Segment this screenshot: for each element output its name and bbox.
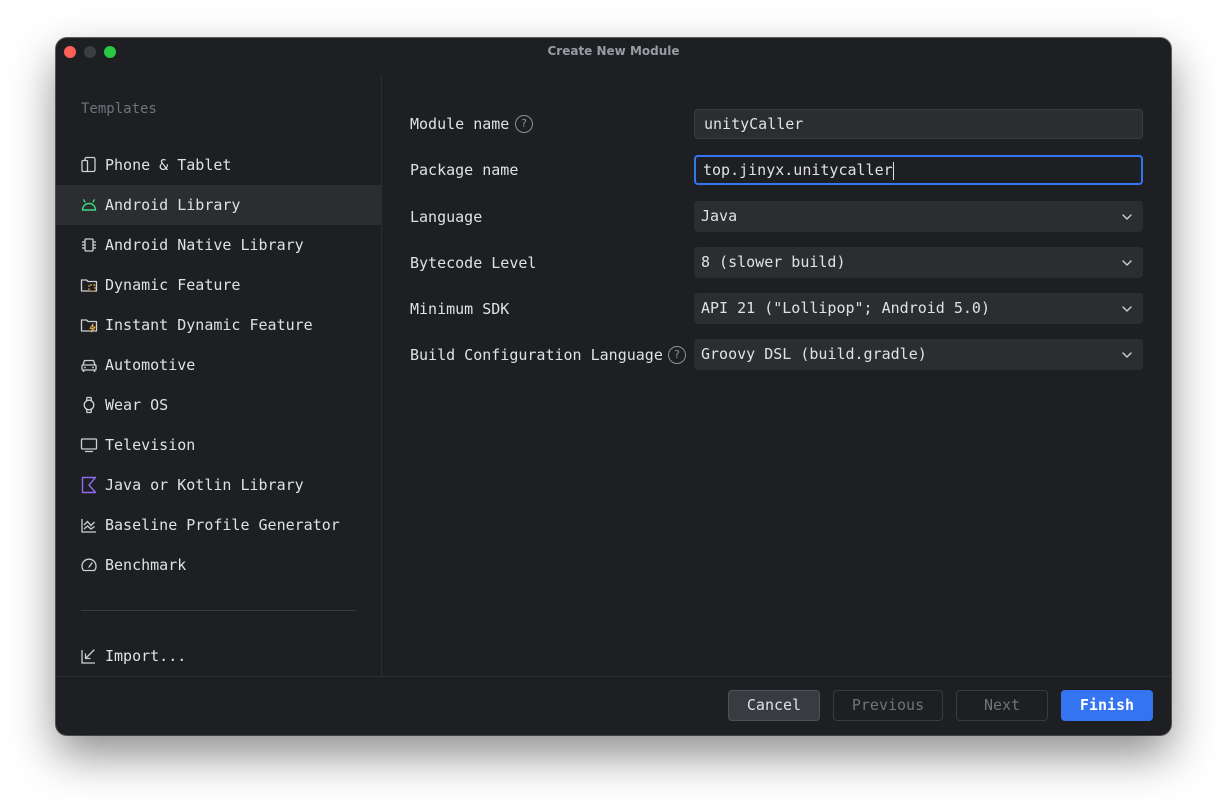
car-icon [80, 356, 98, 374]
sidebar-item-phone-tablet[interactable]: Phone & Tablet [56, 145, 381, 185]
sidebar-item-television[interactable]: Television [56, 425, 381, 465]
tv-icon [80, 436, 98, 454]
package-name-value: top.jinyx.unitycaller [703, 161, 893, 179]
minimum-sdk-dropdown[interactable]: API 21 ("Lollipop"; Android 5.0) [694, 293, 1143, 324]
sidebar-item-label: Java or Kotlin Library [105, 476, 304, 494]
package-name-field[interactable]: top.jinyx.unitycaller [694, 155, 1143, 185]
sidebar-item-android-library[interactable]: Android Library [56, 185, 381, 225]
import-label: Import... [105, 647, 187, 665]
cancel-button[interactable]: Cancel [728, 690, 820, 721]
build-config-language-dropdown[interactable]: Groovy DSL (build.gradle) [694, 339, 1143, 370]
sidebar-item-benchmark[interactable]: Benchmark [56, 545, 381, 585]
sidebar-item-label: Automotive [105, 356, 196, 374]
folder-instant-icon [80, 316, 98, 334]
title-bar: Create New Module [56, 38, 1171, 66]
create-module-dialog: Create New Module Templates Phone & Tabl… [56, 38, 1171, 735]
chevron-down-icon [1121, 303, 1133, 315]
import-button[interactable]: Import... [56, 636, 381, 676]
package-name-label: Package name [410, 161, 519, 179]
chevron-down-icon [1121, 211, 1133, 223]
phone-tablet-icon [80, 156, 98, 174]
bytecode-level-dropdown[interactable]: 8 (slower build) [694, 247, 1143, 278]
build-config-language-label: Build Configuration Language [410, 346, 663, 364]
minimum-sdk-label: Minimum SDK [410, 300, 510, 318]
watch-icon [80, 396, 98, 414]
sidebar-item-label: Android Native Library [105, 236, 304, 254]
sidebar-item-label: Baseline Profile Generator [105, 516, 340, 534]
language-dropdown[interactable]: Java [694, 201, 1143, 232]
sidebar-item-instant-dynamic-feature[interactable]: Instant Dynamic Feature [56, 305, 381, 345]
build-config-help-icon[interactable]: ? [668, 346, 686, 364]
language-label: Language [410, 208, 483, 226]
module-name-label: Module name [410, 115, 510, 133]
gauge-icon [80, 556, 98, 574]
chevron-down-icon [1121, 257, 1133, 269]
previous-button[interactable]: Previous [833, 690, 943, 721]
chip-icon [80, 236, 98, 254]
sidebar-item-baseline-profile-generator[interactable]: Baseline Profile Generator [56, 505, 381, 545]
templates-heading: Templates [81, 101, 157, 117]
sidebar-item-label: Wear OS [105, 396, 169, 414]
sidebar-item-dynamic-feature[interactable]: Dynamic Feature [56, 265, 381, 305]
sidebar-item-label: Phone & Tablet [105, 156, 232, 174]
footer-divider [56, 676, 1171, 677]
sidebar-item-label: Benchmark [105, 556, 187, 574]
sidebar-item-label: Television [105, 436, 196, 454]
build-config-language-value: Groovy DSL (build.gradle) [701, 345, 927, 363]
window-title: Create New Module [547, 44, 680, 58]
sidebar-item-wear-os[interactable]: Wear OS [56, 385, 381, 425]
sidebar-divider [81, 610, 356, 611]
sidebar-item-label: Dynamic Feature [105, 276, 241, 294]
module-name-field[interactable]: unityCaller [694, 109, 1143, 139]
chart-icon [80, 516, 98, 534]
bytecode-level-label: Bytecode Level [410, 254, 537, 272]
chevron-down-icon [1121, 349, 1133, 361]
text-caret [892, 161, 894, 180]
import-arrow-icon [80, 647, 98, 665]
finish-button[interactable]: Finish [1061, 690, 1153, 721]
sidebar-item-label: Instant Dynamic Feature [105, 316, 313, 334]
language-value: Java [701, 207, 738, 225]
android-icon [80, 196, 98, 214]
bytecode-level-value: 8 (slower build) [701, 253, 846, 271]
next-button[interactable]: Next [956, 690, 1048, 721]
sidebar-item-java-kotlin-library[interactable]: Java or Kotlin Library [56, 465, 381, 505]
folder-dynamic-icon [80, 276, 98, 294]
sidebar-item-automotive[interactable]: Automotive [56, 345, 381, 385]
module-name-help-icon[interactable]: ? [515, 115, 533, 133]
minimum-sdk-value: API 21 ("Lollipop"; Android 5.0) [701, 299, 990, 317]
kotlin-icon [80, 476, 98, 494]
sidebar-item-label: Android Library [105, 196, 241, 214]
sidebar-item-android-native-library[interactable]: Android Native Library [56, 225, 381, 265]
